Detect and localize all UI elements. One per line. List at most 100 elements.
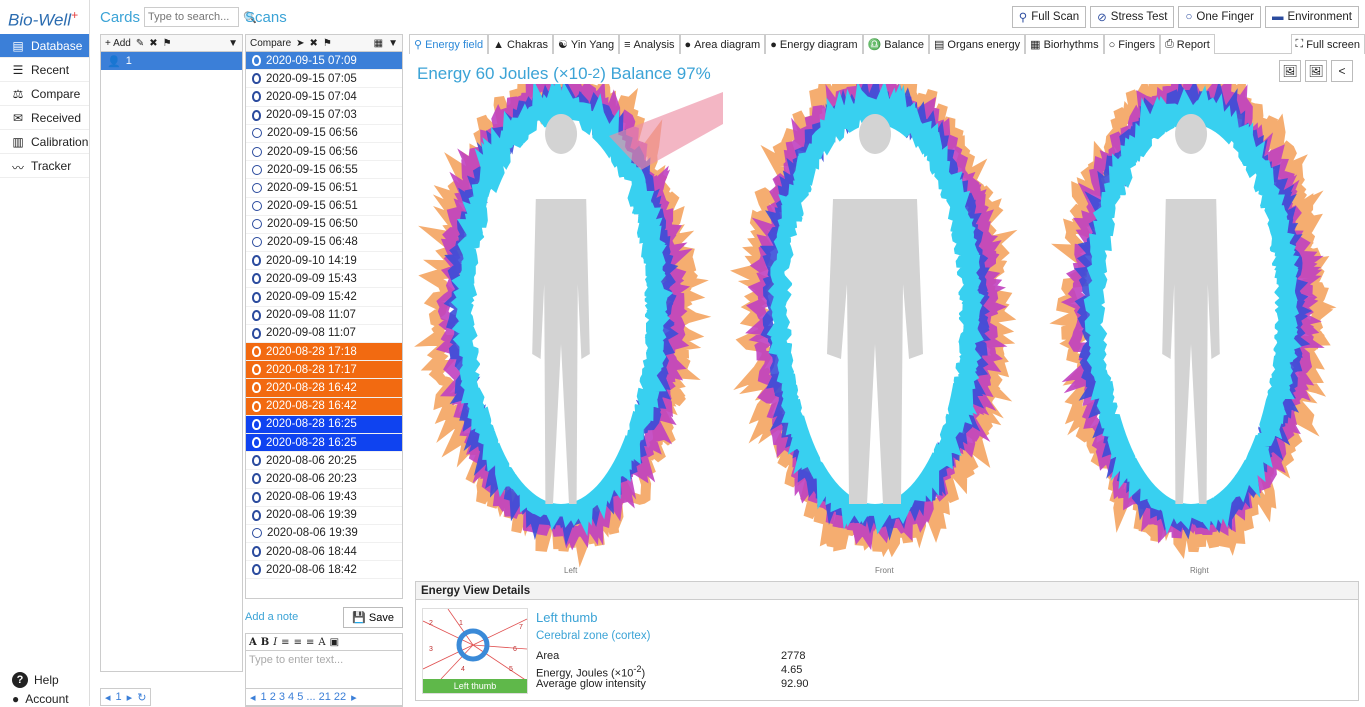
energy-field-right[interactable] xyxy=(1062,84,1322,551)
prev-page-icon[interactable]: ◂ xyxy=(250,691,256,704)
scan-row[interactable]: 2020-09-09 15:43 xyxy=(246,270,402,288)
full-scan-icon xyxy=(252,273,261,284)
align-right-icon[interactable]: ≡ xyxy=(306,637,314,648)
scan-row[interactable]: 2020-09-15 06:48 xyxy=(246,234,402,252)
bold-icon[interactable]: A xyxy=(249,637,257,648)
scan-row[interactable]: 2020-09-15 06:55 xyxy=(246,161,402,179)
scan-row[interactable]: 2020-08-28 16:42 xyxy=(246,379,402,397)
edit-icon[interactable]: ✎ xyxy=(136,38,144,49)
energy-field-front[interactable] xyxy=(744,84,1004,551)
tab-energy-diagram[interactable]: ●Energy diagram xyxy=(765,34,862,54)
calendar-icon[interactable]: ▦ xyxy=(374,38,383,49)
scan-row[interactable]: 2020-09-15 06:56 xyxy=(246,125,402,143)
tab-report[interactable]: ⎙Report xyxy=(1160,34,1215,54)
delete-icon[interactable]: ✖ xyxy=(310,38,318,49)
prev-page-icon[interactable]: ◂ xyxy=(105,691,111,704)
scan-row[interactable]: 2020-08-28 16:42 xyxy=(246,398,402,416)
scan-row[interactable]: 2020-09-10 14:19 xyxy=(246,252,402,270)
tab-energy-field[interactable]: ⚲Energy field xyxy=(409,34,488,54)
scan-row[interactable]: 2020-09-15 07:05 xyxy=(246,70,402,88)
bold-button[interactable]: B xyxy=(261,637,269,648)
full-scan-icon xyxy=(252,328,261,339)
environment-button[interactable]: ▬Environment xyxy=(1265,6,1359,28)
scan-row[interactable]: 2020-08-28 16:25 xyxy=(246,416,402,434)
italic-button[interactable]: I xyxy=(273,637,277,648)
scan-row[interactable]: 2020-08-06 19:39 xyxy=(246,507,402,525)
environment-icon: ▬ xyxy=(1272,11,1284,23)
scans-page-numbers[interactable]: 1 2 3 4 5 ... 21 22 xyxy=(261,691,347,703)
tab-label: Area diagram xyxy=(694,39,760,51)
scan-row[interactable]: 2020-09-15 06:51 xyxy=(246,179,402,197)
scan-timestamp: 2020-09-15 06:51 xyxy=(267,200,358,212)
image-icon[interactable]: 🖼 xyxy=(1279,60,1301,82)
align-center-icon[interactable]: ≡ xyxy=(294,637,302,648)
stress-test-icon xyxy=(252,219,262,229)
scan-row[interactable]: 2020-09-15 07:03 xyxy=(246,107,402,125)
help-link[interactable]: ?Help xyxy=(0,668,90,692)
save-note-button[interactable]: 💾 Save xyxy=(343,607,403,628)
full-scan-button[interactable]: ⚲Full Scan xyxy=(1012,6,1086,28)
scan-row[interactable]: 2020-08-06 20:23 xyxy=(246,470,402,488)
scan-row[interactable]: 2020-08-28 16:25 xyxy=(246,434,402,452)
scan-timestamp: 2020-08-28 16:42 xyxy=(266,400,357,412)
font-color-icon[interactable]: A xyxy=(318,637,325,648)
scan-row[interactable]: 2020-08-28 17:18 xyxy=(246,343,402,361)
highlight-icon[interactable]: ▣ xyxy=(330,637,339,648)
nav-item-recent[interactable]: ☰Recent xyxy=(0,58,89,82)
main-panel: ⚲Full Scan⊘Stress Test○One Finger▬Enviro… xyxy=(409,0,1365,706)
nav-item-calibration[interactable]: ▥Calibration xyxy=(0,130,89,154)
account-link[interactable]: ●Account xyxy=(0,692,90,706)
scan-row[interactable]: 2020-08-06 18:44 xyxy=(246,543,402,561)
tag-icon[interactable]: ⚑ xyxy=(323,38,332,49)
tab-full-screen[interactable]: ⛶Full screen xyxy=(1291,34,1365,54)
scan-row[interactable]: 2020-09-09 15:42 xyxy=(246,288,402,306)
cards-search-input[interactable] xyxy=(144,7,239,27)
filter-icon[interactable]: ▼ xyxy=(388,38,398,49)
scan-row[interactable]: 2020-08-06 19:39 xyxy=(246,525,402,543)
stress-test-button[interactable]: ⊘Stress Test xyxy=(1090,6,1174,28)
scan-row[interactable]: 2020-08-06 19:43 xyxy=(246,489,402,507)
delete-icon[interactable]: ✖ xyxy=(149,38,157,49)
filter-icon[interactable]: ▼ xyxy=(228,38,238,49)
nav-item-database[interactable]: ▤Database xyxy=(0,34,89,58)
refresh-icon[interactable]: ↻ xyxy=(137,691,146,704)
one-finger-button[interactable]: ○One Finger xyxy=(1178,6,1260,28)
tab-area-diagram[interactable]: ●Area diagram xyxy=(680,34,766,54)
image-export-icon[interactable]: 🖼 xyxy=(1305,60,1327,82)
scan-row[interactable]: 2020-09-08 11:07 xyxy=(246,307,402,325)
action-label: Stress Test xyxy=(1111,11,1168,23)
send-icon[interactable]: ➤ xyxy=(296,38,304,49)
full-scan-icon xyxy=(252,310,261,321)
tab-organs-energy[interactable]: ▤Organs energy xyxy=(929,34,1025,54)
scan-row[interactable]: 2020-09-08 11:07 xyxy=(246,325,402,343)
tab-biorhythms[interactable]: ▦Biorhythms xyxy=(1025,34,1103,54)
tab-yin-yang[interactable]: ☯Yin Yang xyxy=(553,34,619,54)
scan-row[interactable]: 2020-09-15 07:09 xyxy=(246,52,402,70)
nav-item-compare[interactable]: ⚖Compare xyxy=(0,82,89,106)
nav-item-received[interactable]: ✉Received xyxy=(0,106,89,130)
add-card-button[interactable]: + Add xyxy=(105,38,131,49)
tab-chakras[interactable]: ▲Chakras xyxy=(488,34,553,54)
nav-item-tracker[interactable]: 〰Tracker xyxy=(0,154,89,178)
add-note-link[interactable]: Add a note xyxy=(245,611,298,623)
share-icon[interactable]: < xyxy=(1331,60,1353,82)
tag-icon[interactable]: ⚑ xyxy=(163,38,172,49)
action-label: One Finger xyxy=(1196,11,1254,23)
tab-fingers[interactable]: ○Fingers xyxy=(1104,34,1160,54)
compare-button[interactable]: Compare xyxy=(250,38,291,49)
scan-row[interactable]: 2020-09-15 06:51 xyxy=(246,198,402,216)
tab-analysis[interactable]: ≡Analysis xyxy=(619,34,679,54)
scan-row[interactable]: 2020-08-06 18:42 xyxy=(246,561,402,579)
sector-number: 7 xyxy=(519,624,523,631)
scan-row[interactable]: 2020-09-15 06:50 xyxy=(246,216,402,234)
cards-page-number[interactable]: 1 xyxy=(116,691,122,703)
next-page-icon[interactable]: ▸ xyxy=(351,691,357,704)
align-left-icon[interactable]: ≡ xyxy=(281,637,289,648)
scan-row[interactable]: 2020-09-15 07:04 xyxy=(246,88,402,106)
tab-balance[interactable]: ♎Balance xyxy=(863,34,929,54)
scan-row[interactable]: 2020-08-28 17:17 xyxy=(246,361,402,379)
next-page-icon[interactable]: ▸ xyxy=(127,691,133,704)
scan-row[interactable]: 2020-09-15 06:56 xyxy=(246,143,402,161)
card-row[interactable]: 👤 1 xyxy=(101,52,242,70)
scan-row[interactable]: 2020-08-06 20:25 xyxy=(246,452,402,470)
